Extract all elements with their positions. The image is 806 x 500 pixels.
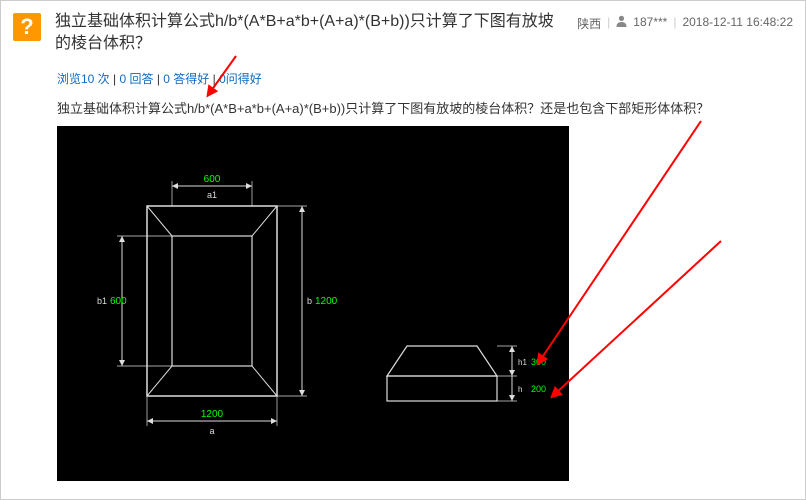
question-meta: 陕西 | 187*** | 2018-12-11 16:48:22 — [577, 11, 793, 56]
dim-h-200: 200 — [531, 384, 546, 394]
dim-h1-letter: h1 — [518, 358, 527, 367]
question-mark-icon: ? — [13, 13, 41, 41]
person-icon — [616, 15, 627, 30]
dim-h1-300: 300 — [531, 357, 546, 367]
dim-bottom-a: a — [209, 426, 214, 436]
dim-h-letter: h — [518, 385, 522, 394]
dim-left-b1: b1 — [97, 296, 107, 306]
date-label: 2018-12-11 16:48:22 — [682, 15, 793, 29]
dim-right-b: b — [307, 296, 312, 306]
answers-link[interactable]: 0 回答 — [119, 72, 153, 86]
good-question-link[interactable]: 0问得好 — [219, 72, 262, 86]
question-body: 独立基础体积计算公式h/b*(A*B+a*b+(A+a)*(B+b))只计算了下… — [1, 93, 805, 125]
views-link[interactable]: 浏览10 次 — [57, 72, 110, 86]
meta-separator: | — [607, 15, 610, 29]
dim-right-1200: 1200 — [315, 296, 338, 307]
province-label: 陕西 — [577, 15, 601, 32]
user-label: 187*** — [633, 15, 667, 29]
cad-diagram: 600 a1 1200 a b 1200 b1 600 — [57, 126, 569, 481]
dim-bottom-1200: 1200 — [201, 409, 224, 420]
dim-left-600: 600 — [110, 296, 127, 307]
good-answers-link[interactable]: 0 答得好 — [163, 72, 209, 86]
dim-top-a1: a1 — [207, 190, 217, 200]
question-title: 独立基础体积计算公式h/b*(A*B+a*b+(A+a)*(B+b))只计算了下… — [55, 11, 577, 56]
stats-row: 浏览10 次 | 0 回答 | 0 答得好 | 0问得好 — [1, 64, 805, 93]
meta-separator: | — [673, 15, 676, 29]
dim-top-600: 600 — [204, 174, 221, 185]
